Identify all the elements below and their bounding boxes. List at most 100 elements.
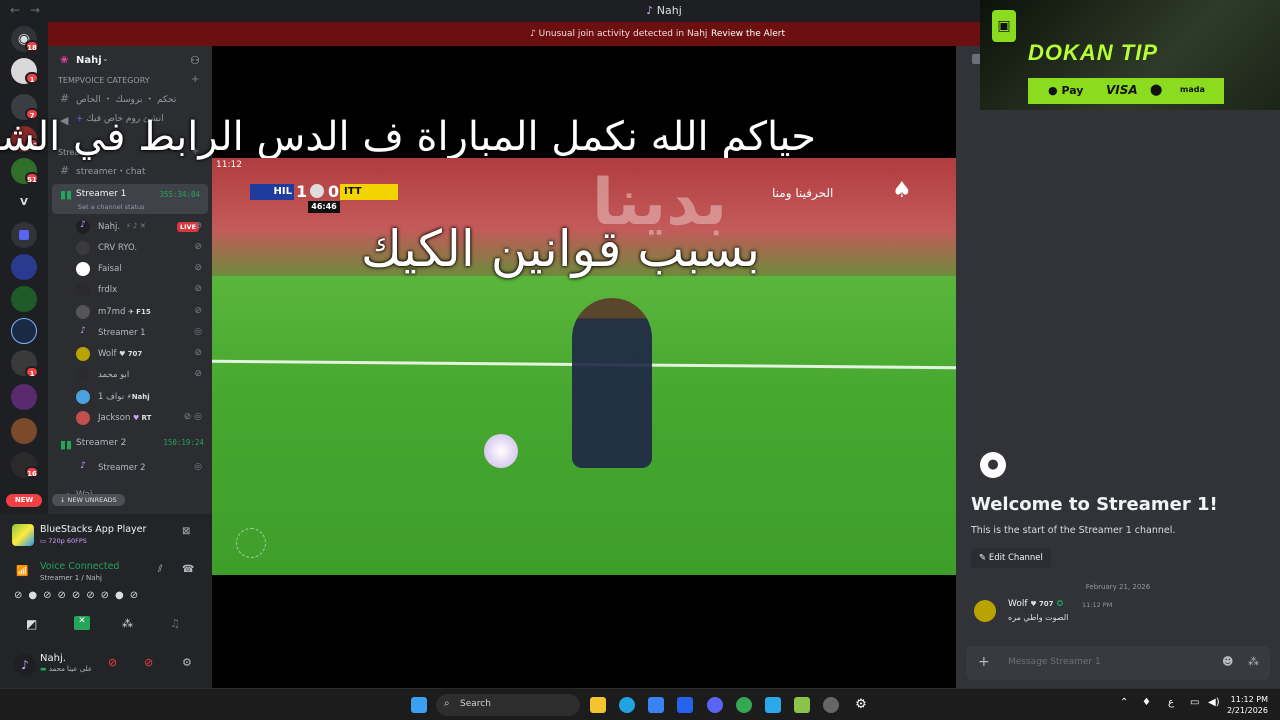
volume-icon[interactable]: ◀) (1208, 697, 1220, 708)
chat-message[interactable]: Wolf ♥ 707 ✪ 11:12 PM الصوت واطي مره (970, 598, 1270, 628)
league-logo-icon (310, 184, 324, 198)
voice-user[interactable]: Wolf ♥ 707 ⊘ (76, 344, 210, 364)
headphones-deafened-icon[interactable]: ⊘ (144, 656, 153, 669)
hash-icon: # (60, 164, 70, 177)
chevron-down-icon: ⌄ (102, 54, 109, 63)
network-icon[interactable]: ▭ (1190, 697, 1199, 708)
soundboard-icon[interactable]: ♫ (170, 617, 180, 630)
avatar: ♪ (80, 461, 86, 471)
server-icon[interactable] (11, 254, 37, 280)
system-clock[interactable]: 11:12 PM 2/21/2026 (1227, 694, 1268, 716)
stop-stream-icon[interactable]: ⊠ (182, 526, 190, 537)
back-arrow-icon[interactable]: ← (10, 3, 20, 17)
message-avatar[interactable] (974, 600, 996, 622)
voice-timer: 355:34:04 (159, 190, 200, 199)
date-divider: February 21, 2026 (1085, 583, 1151, 591)
pencil-icon: ✎ (979, 553, 989, 563)
avatar (76, 241, 90, 255)
watermark-icon (236, 528, 266, 558)
input-language[interactable]: ع (1168, 697, 1174, 708)
score1: 1 (296, 182, 308, 201)
screen-share-icon[interactable]: ✕ (74, 616, 90, 630)
category-tempvoice[interactable]: TEMPVOICE CATEGORY (58, 76, 150, 85)
telegram-icon[interactable] (765, 697, 781, 713)
outlook-icon[interactable] (677, 697, 693, 713)
taskbar-search[interactable]: ⌕ Search (436, 694, 580, 716)
store-icon[interactable] (648, 697, 664, 713)
discord-icon[interactable] (707, 697, 723, 713)
voice-user[interactable]: m7md ✈ F15 ⊘ (76, 302, 210, 322)
edge-icon[interactable] (619, 697, 635, 713)
message-author: Wolf ♥ 707 ✪ (1008, 599, 1064, 609)
server-folder-v[interactable]: V (11, 190, 37, 216)
team2: ITT (340, 184, 398, 200)
user-panel: ♪ Nahj. ▬ على عينا محمد ⊘ ⊘ ⚙ (0, 644, 212, 688)
bluestacks-taskbar-icon[interactable] (794, 697, 810, 713)
nav-arrows: ← → (0, 0, 48, 22)
voice-activity-icon: ▮▮ (60, 438, 73, 451)
channel-status[interactable]: Set a channel status (78, 203, 145, 211)
add-member-icon[interactable]: ⚇ (190, 54, 200, 67)
visa: VISA (1106, 83, 1138, 97)
activities-icon[interactable]: ⁂ (122, 617, 133, 630)
voice-user[interactable]: frdlx ⊘ (76, 280, 210, 300)
settings-icon[interactable]: ⚙ (853, 697, 869, 713)
voice-channel-name[interactable]: Streamer 1 / Nahj (40, 574, 102, 582)
noise-suppression-icon[interactable]: ⫽ (158, 564, 162, 575)
disconnect-icon[interactable]: ☎ (182, 564, 194, 575)
welcome-title: Welcome to Streamer 1! (971, 494, 1218, 515)
message-input[interactable]: + Message Streamer 1 ☻ ⁂ (966, 646, 1270, 680)
club-emblem-icon: ♠ (892, 178, 912, 203)
forward-arrow-icon[interactable]: → (30, 3, 40, 17)
activity-app: BlueStacks App Player (40, 524, 147, 535)
voice-user[interactable]: Jackson ♥ RT ⊘ ◎ (76, 408, 210, 428)
voice-user[interactable]: Faisal ⊘ (76, 259, 210, 279)
chrome-icon[interactable] (736, 697, 752, 713)
app-icon[interactable] (823, 697, 839, 713)
muted-icon: ⊘ (194, 242, 202, 252)
match-clock: 46:46 (308, 201, 340, 213)
voice-user[interactable]: ♪ Streamer 1 ◎ (76, 323, 210, 343)
server-icon[interactable] (11, 286, 37, 312)
file-explorer-icon[interactable] (590, 697, 606, 713)
new-unreads-pill[interactable]: ↓ NEW UNREADS (52, 494, 125, 506)
score2: 0 (328, 182, 340, 201)
voice-channel-streamer1[interactable]: ▮▮ Streamer 1 355:34:04 Set a channel st… (52, 184, 208, 214)
channel-temp-control[interactable]: # تحكم ・ بروسك ・ الخاص (48, 92, 212, 108)
bluestacks-icon (12, 524, 34, 546)
voice-user[interactable]: ♪ Nahj. ⚡ ♪ ✕ LIVE ⊘ (76, 217, 210, 237)
avatar (76, 368, 90, 382)
voice-user[interactable]: ♪ Streamer 2 ◎ (76, 458, 210, 478)
emoji-icon[interactable]: ☻ (1222, 655, 1233, 668)
server-icon[interactable] (11, 418, 37, 444)
server-icon[interactable] (11, 384, 37, 410)
server-icon[interactable] (11, 222, 37, 248)
voice-channel-streamer2[interactable]: ▮▮ Streamer 2 150:19:24 (48, 438, 212, 454)
mic-tray-icon[interactable]: ♦ (1142, 697, 1151, 708)
mic-muted-icon[interactable]: ⊘ (108, 656, 117, 669)
mada: mada (1180, 85, 1205, 94)
attach-plus-icon[interactable]: + (978, 654, 990, 670)
user-name: Jackson ♥ RT (98, 413, 152, 423)
apps-icon[interactable]: ⁂ (1248, 655, 1259, 668)
new-badge: NEW (6, 494, 42, 507)
channel-streamer-chat[interactable]: # streamer・chat (48, 164, 212, 180)
stream-video[interactable]: بدينا الحرفينا ومنا ♠ 11:12 HIL 1 0 ITT … (212, 158, 956, 575)
voice-user[interactable]: CRV RYO. ⊘ (76, 238, 210, 258)
guild-header[interactable]: ❀ Nahj ⌄ ⚇ (48, 46, 212, 74)
camera-off-icon[interactable]: ◩ (26, 617, 37, 631)
tray-chevron-icon[interactable]: ⌃ (1120, 697, 1128, 708)
avatar (76, 262, 90, 276)
unread-badge: 51 (25, 172, 39, 184)
voice-user[interactable]: نواف 1 ⚡Nahj (76, 387, 210, 407)
voice-user[interactable]: ابو محمد ⊘ (76, 365, 210, 385)
settings-gear-icon[interactable]: ⚙ (182, 656, 192, 669)
review-alert-button[interactable]: Review the Alert (711, 29, 785, 39)
server-icon[interactable] (11, 318, 37, 344)
online-dot-icon: ▬ (40, 665, 49, 673)
edit-channel-button[interactable]: ✎ Edit Channel (971, 548, 1051, 568)
add-channel-icon[interactable]: + (191, 74, 199, 85)
search-label: Search (460, 699, 491, 709)
start-icon[interactable] (411, 697, 427, 713)
user-avatar[interactable]: ♪ (14, 654, 36, 676)
